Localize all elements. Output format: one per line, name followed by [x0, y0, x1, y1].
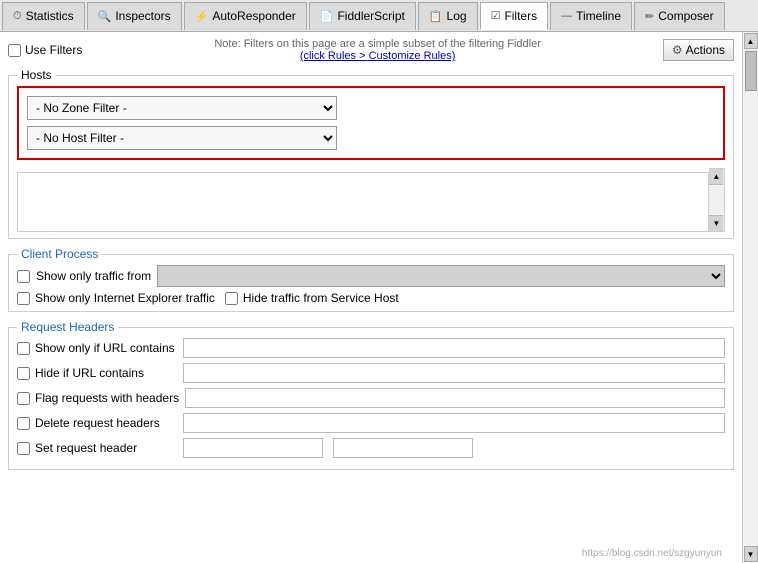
show-url-input[interactable] [183, 338, 725, 358]
main-content: Use Filters Note: Filters on this page a… [0, 32, 758, 563]
inspectors-icon: 🔍 [98, 10, 112, 23]
hide-url-input[interactable] [183, 363, 725, 383]
flag-headers-checkbox[interactable] [17, 392, 30, 405]
top-row: Use Filters Note: Filters on this page a… [8, 38, 734, 62]
tab-composer[interactable]: ✏ Composer [634, 2, 725, 30]
show-ie-label: Show only Internet Explorer traffic [35, 291, 215, 305]
watermark: https://blog.csdn.net/szgyunyun [582, 548, 722, 559]
traffic-from-row: Show only traffic from [17, 265, 725, 287]
tab-fiddlerscript[interactable]: 📄 FiddlerScript [309, 2, 416, 30]
filters-icon: ☑ [491, 9, 501, 22]
hosts-box: - No Zone Filter - Show only Intranet Ho… [17, 86, 725, 160]
scrollbar-thumb[interactable] [745, 51, 757, 91]
tab-log[interactable]: 📋 Log [418, 2, 478, 30]
tab-bar: ⏱ Statistics 🔍 Inspectors ⚡ AutoResponde… [0, 0, 758, 32]
content-area: Use Filters Note: Filters on this page a… [0, 32, 742, 563]
set-header-row: Set request header [17, 438, 725, 458]
flag-headers-label: Flag requests with headers [35, 391, 179, 405]
hide-service-item: Hide traffic from Service Host [225, 291, 399, 305]
flag-headers-input[interactable] [185, 388, 725, 408]
set-header-value-input[interactable] [333, 438, 473, 458]
gear-icon: ⚙ [672, 43, 683, 57]
tab-statistics[interactable]: ⏱ Statistics [2, 2, 85, 30]
actions-button[interactable]: ⚙ Actions [663, 39, 734, 61]
tab-autoresponder[interactable]: ⚡ AutoResponder [184, 2, 307, 30]
tab-timeline[interactable]: — Timeline [550, 2, 632, 30]
composer-icon: ✏ [645, 10, 654, 23]
hide-service-checkbox[interactable] [225, 292, 238, 305]
note-text: Note: Filters on this page are a simple … [92, 38, 663, 62]
use-filters-checkbox[interactable] [8, 44, 21, 57]
scroll-up-btn[interactable]: ▲ [709, 169, 723, 185]
delete-headers-row: Delete request headers [17, 413, 725, 433]
fiddlerscript-icon: 📄 [320, 10, 334, 23]
set-header-name-input[interactable] [183, 438, 323, 458]
show-url-checkbox[interactable] [17, 342, 30, 355]
autoresponder-icon: ⚡ [195, 10, 209, 23]
delete-headers-input[interactable] [183, 413, 725, 433]
zone-filter-select[interactable]: - No Zone Filter - Show only Intranet Ho… [27, 96, 337, 120]
show-ie-checkbox[interactable] [17, 292, 30, 305]
req-headers-legend: Request Headers [17, 320, 118, 334]
delete-headers-checkbox[interactable] [17, 417, 30, 430]
statistics-icon: ⏱ [13, 10, 22, 23]
scrollbar-track: ▲ ▼ [742, 32, 758, 563]
set-header-checkbox[interactable] [17, 442, 30, 455]
scrollbar-down-btn[interactable]: ▼ [744, 546, 758, 562]
show-traffic-from-label: Show only traffic from [36, 269, 151, 283]
ie-service-row: Show only Internet Explorer traffic Hide… [17, 291, 725, 305]
show-url-row: Show only if URL contains [17, 338, 725, 358]
hide-service-label: Hide traffic from Service Host [243, 291, 399, 305]
client-process-legend: Client Process [17, 247, 102, 261]
tab-inspectors[interactable]: 🔍 Inspectors [87, 2, 182, 30]
hide-url-row: Hide if URL contains [17, 363, 725, 383]
use-filters-label[interactable]: Use Filters [8, 43, 82, 57]
scrollbar-up-btn[interactable]: ▲ [744, 33, 758, 49]
show-traffic-from-checkbox[interactable] [17, 270, 30, 283]
host-filter-select[interactable]: - No Host Filter - Hide the following Ho… [27, 126, 337, 150]
delete-headers-label: Delete request headers [35, 416, 160, 430]
show-ie-item: Show only Internet Explorer traffic [17, 291, 215, 305]
hosts-textarea[interactable] [17, 172, 709, 232]
flag-headers-row: Flag requests with headers [17, 388, 725, 408]
log-icon: 📋 [429, 10, 443, 23]
hide-url-checkbox[interactable] [17, 367, 30, 380]
set-header-label: Set request header [35, 441, 137, 455]
timeline-icon: — [561, 10, 572, 22]
hide-url-label: Hide if URL contains [35, 366, 144, 380]
show-url-label: Show only if URL contains [35, 341, 175, 355]
traffic-from-select[interactable] [157, 265, 725, 287]
hosts-legend: Hosts [17, 68, 56, 82]
tab-filters[interactable]: ☑ Filters [480, 2, 549, 30]
scroll-down-btn[interactable]: ▼ [709, 215, 723, 231]
